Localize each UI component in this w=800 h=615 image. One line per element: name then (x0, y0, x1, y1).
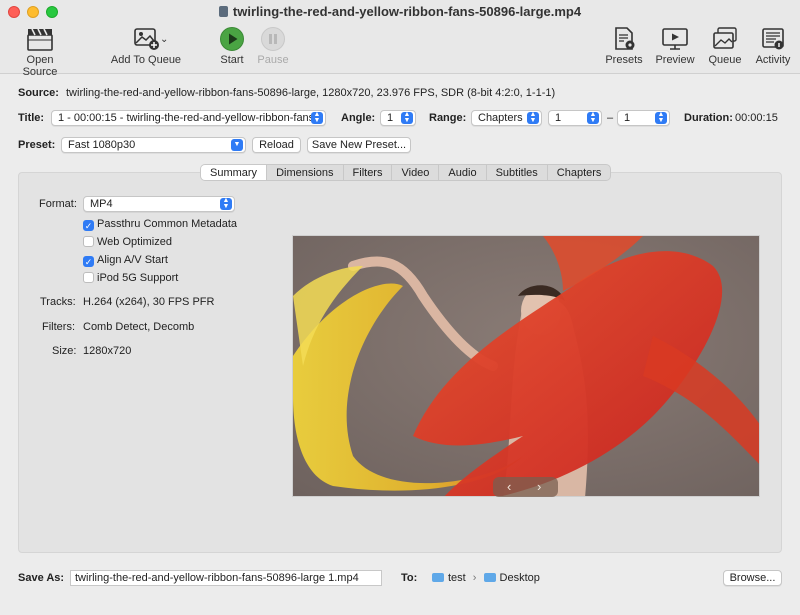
preview-navigation: ‹ › (493, 477, 558, 497)
tab-filters[interactable]: Filters (342, 165, 392, 180)
monitor-play-icon (662, 28, 688, 50)
add-photo-icon (134, 28, 159, 50)
duration-label: Duration: (684, 112, 733, 124)
add-to-queue-button[interactable]: Add To Queue (110, 26, 182, 66)
tab-audio[interactable]: Audio (438, 165, 485, 180)
clapperboard-icon (27, 28, 53, 51)
duration-value: 00:00:15 (735, 112, 778, 124)
to-label: To: (401, 572, 418, 584)
select-arrows-icon: ▲ ▼ (527, 111, 539, 124)
tab-summary[interactable]: Summary (201, 165, 267, 180)
activity-button[interactable]: Activity (753, 26, 793, 66)
range-start-select[interactable]: 1 ▲ ▼ (548, 110, 602, 126)
reload-button[interactable]: Reload (252, 137, 301, 153)
title-bar: twirling-the-red-and-yellow-ribbon-fans-… (0, 0, 800, 24)
filters-label: Filters: (42, 321, 75, 333)
checkbox-empty-icon (83, 236, 94, 247)
preset-row: Preset: Fast 1080p30 ▼ Reload Save New P… (0, 137, 800, 159)
tab-subtitles[interactable]: Subtitles (485, 165, 547, 180)
window-title: twirling-the-red-and-yellow-ribbon-fans-… (0, 4, 800, 19)
previous-frame-icon[interactable]: ‹ (507, 479, 511, 494)
preview-frame-graphic (293, 236, 759, 496)
preset-document-gear-icon (615, 27, 635, 50)
presets-button[interactable]: Presets (603, 26, 645, 66)
size-label: Size: (52, 345, 77, 357)
queue-button[interactable]: Queue (705, 26, 745, 66)
tab-video[interactable]: Video (391, 165, 438, 180)
pause-button[interactable]: Pause (255, 26, 291, 66)
open-source-button[interactable]: Open Source (8, 26, 72, 78)
browse-button[interactable]: Browse... (723, 570, 782, 586)
select-arrows-icon: ▲ ▼ (220, 197, 232, 210)
tracks-label: Tracks: (40, 296, 76, 308)
source-value: twirling-the-red-and-yellow-ribbon-fans-… (66, 87, 556, 99)
range-dash: – (607, 112, 614, 124)
folder-icon (432, 573, 444, 582)
web-optimized-checkbox[interactable]: Web Optimized (83, 236, 172, 248)
next-frame-icon[interactable]: › (537, 479, 541, 494)
format-label: Format: (39, 198, 77, 210)
passthru-metadata-checkbox[interactable]: ✓ Passthru Common Metadata (83, 218, 237, 231)
angle-label: Angle: (341, 112, 376, 124)
title-select[interactable]: 1 - 00:00:15 - twirling-the-red-and-yell… (51, 110, 326, 126)
checkmark-icon: ✓ (83, 220, 94, 231)
ipod-5g-support-checkbox[interactable]: iPod 5G Support (83, 272, 178, 284)
pause-icon (261, 27, 285, 51)
title-label: Title: (18, 112, 45, 124)
select-arrows-icon: ▲ ▼ (655, 111, 667, 124)
tab-chapters[interactable]: Chapters (546, 165, 611, 180)
format-select[interactable]: MP4 ▲ ▼ (83, 196, 235, 212)
size-value: 1280x720 (83, 345, 132, 357)
document-icon (218, 6, 228, 17)
tab-dimensions[interactable]: Dimensions (266, 165, 342, 180)
checkbox-empty-icon (83, 272, 94, 283)
save-as-input[interactable]: twirling-the-red-and-yellow-ribbon-fans-… (70, 570, 382, 586)
activity-log-icon (762, 28, 784, 50)
select-arrows-icon: ▲ ▼ (587, 111, 599, 124)
chevron-down-icon[interactable]: ⌄ (160, 34, 168, 45)
filters-value: Comb Detect, Decomb (83, 321, 195, 333)
title-row: Title: 1 - 00:00:15 - twirling-the-red-a… (0, 110, 800, 132)
preset-label: Preset: (18, 139, 56, 151)
chevron-down-icon: ▼ (231, 139, 243, 151)
save-row: Save As: twirling-the-red-and-yellow-rib… (0, 569, 800, 589)
source-row: Source: twirling-the-red-and-yellow-ribb… (0, 87, 800, 109)
tab-bar: Summary Dimensions Filters Video Audio S… (200, 164, 612, 181)
folder-icon (483, 573, 496, 582)
range-label: Range: (429, 112, 467, 124)
preset-select[interactable]: Fast 1080p30 ▼ (61, 137, 246, 153)
checkmark-icon: ✓ (83, 256, 94, 267)
select-arrows-icon: ▲ ▼ (311, 111, 323, 124)
preview-image (292, 235, 760, 497)
destination-path[interactable]: test › Desktop (432, 572, 540, 584)
preview-button[interactable]: Preview (654, 26, 696, 66)
angle-select[interactable]: 1 ▲ ▼ (380, 110, 416, 126)
save-new-preset-button[interactable]: Save New Preset... (307, 137, 411, 153)
tracks-value: H.264 (x264), 30 FPS PFR (83, 296, 215, 308)
range-type-select[interactable]: Chapters ▲ ▼ (471, 110, 542, 126)
align-av-start-checkbox[interactable]: ✓ Align A/V Start (83, 254, 168, 267)
source-label: Source: (18, 87, 59, 99)
toolbar: Open Source Add To Queue ⌄ Start Pause P… (0, 24, 800, 78)
select-arrows-icon: ▲ ▼ (401, 111, 413, 124)
range-end-select[interactable]: 1 ▲ ▼ (617, 110, 670, 126)
save-as-label: Save As: (18, 572, 65, 584)
play-icon (220, 27, 244, 51)
start-button[interactable]: Start (214, 26, 250, 66)
stacked-photos-icon (713, 27, 737, 49)
